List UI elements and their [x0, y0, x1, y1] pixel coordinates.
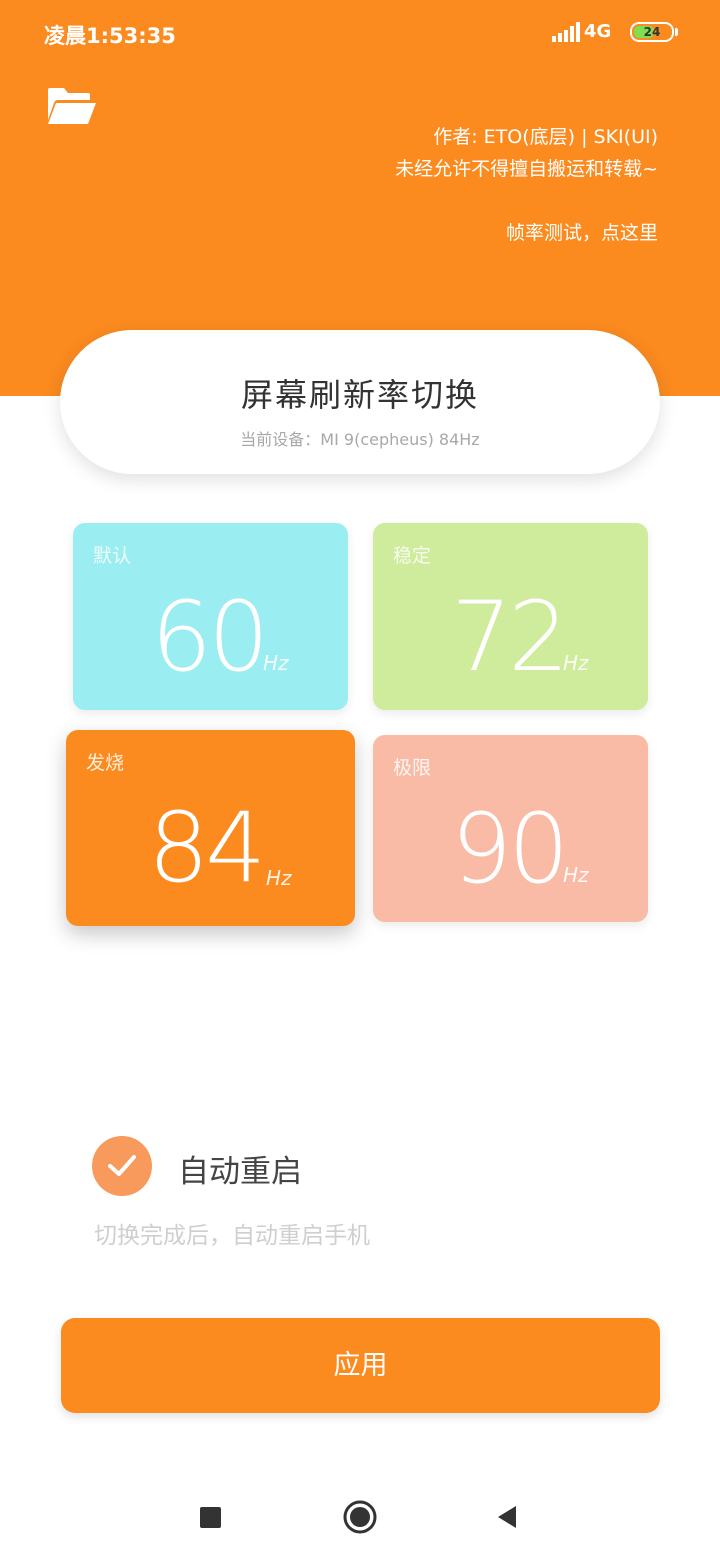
- rate-unit: Hz: [266, 866, 292, 890]
- navigation-bar: [0, 1480, 720, 1560]
- rate-label: 默认: [93, 545, 132, 567]
- rate-card-84hz[interactable]: 发烧 84 Hz: [66, 730, 355, 926]
- checkmark-icon: [108, 1155, 136, 1176]
- signal-icon: [552, 22, 580, 42]
- rate-label: 发烧: [86, 752, 125, 774]
- rate-value: 84: [148, 792, 266, 904]
- battery-icon: 24: [630, 22, 674, 42]
- auto-restart-checkbox[interactable]: [92, 1136, 152, 1196]
- folder-icon[interactable]: [46, 86, 98, 126]
- rate-label: 极限: [393, 757, 432, 779]
- rate-value: 90: [451, 793, 569, 905]
- rate-unit: Hz: [563, 863, 589, 887]
- recents-icon[interactable]: [200, 1507, 221, 1528]
- auto-restart-label[interactable]: 自动重启: [178, 1146, 302, 1191]
- status-time: 凌晨1:53:35: [44, 24, 176, 48]
- fps-test-link[interactable]: 帧率测试，点这里: [506, 218, 658, 245]
- apply-button[interactable]: 应用: [61, 1318, 660, 1413]
- rate-card-72hz[interactable]: 稳定 72 Hz: [373, 523, 648, 710]
- battery-cap: [675, 28, 678, 36]
- rate-unit: Hz: [263, 651, 289, 675]
- rate-card-90hz[interactable]: 极限 90 Hz: [373, 735, 648, 922]
- network-type: 4G: [584, 21, 612, 42]
- status-bar: 凌晨1:53:35 4G 24: [0, 0, 720, 66]
- current-device: 当前设备：MI 9(cepheus) 84Hz: [240, 430, 480, 449]
- rate-value: 72: [451, 581, 569, 693]
- rate-value: 60: [151, 581, 269, 693]
- rate-card-60hz[interactable]: 默认 60 Hz: [73, 523, 348, 710]
- copyright-notice: 未经允许不得擅自搬运和转载~: [395, 158, 658, 180]
- status-indicators: 4G 24: [552, 20, 680, 46]
- auto-restart-description: 切换完成后，自动重启手机: [94, 1223, 370, 1249]
- rate-unit: Hz: [563, 651, 589, 675]
- rate-label: 稳定: [393, 545, 432, 567]
- page-title: 屏幕刷新率切换: [240, 376, 479, 414]
- back-icon[interactable]: [496, 1504, 518, 1530]
- title-card: 屏幕刷新率切换 当前设备：MI 9(cepheus) 84Hz: [60, 330, 660, 474]
- home-icon[interactable]: [343, 1500, 377, 1534]
- battery-level: 24: [643, 25, 661, 39]
- author-credit: 作者: ETO(底层) | SKI(UI): [433, 126, 658, 148]
